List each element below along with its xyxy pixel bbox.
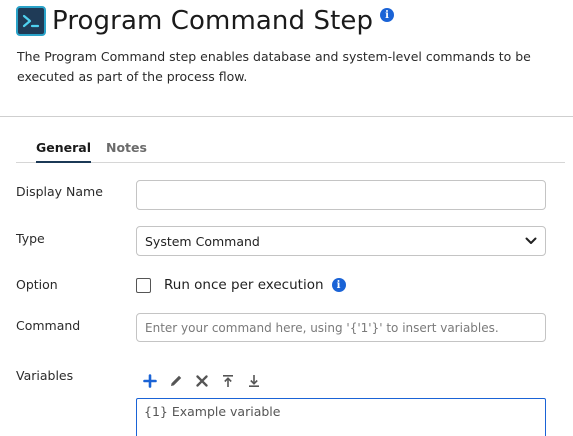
move-bottom-icon[interactable] bbox=[244, 371, 264, 391]
variables-list[interactable]: {1} Example variable bbox=[136, 398, 546, 436]
page-description: The Program Command step enables databas… bbox=[17, 49, 531, 84]
list-item[interactable]: {1} Example variable bbox=[144, 404, 280, 419]
page-title: Program Command Step bbox=[52, 6, 374, 36]
type-select[interactable]: System Command bbox=[136, 226, 546, 256]
type-label: Type bbox=[16, 231, 45, 246]
command-field-wrapper bbox=[136, 313, 546, 342]
run-once-label[interactable]: Run once per execution bbox=[164, 277, 324, 293]
tab-bar: General Notes bbox=[16, 140, 565, 163]
run-once-checkbox[interactable] bbox=[136, 277, 151, 293]
command-input[interactable] bbox=[137, 314, 545, 341]
header-divider bbox=[0, 116, 573, 117]
display-name-input[interactable] bbox=[137, 181, 545, 209]
edit-icon[interactable] bbox=[166, 371, 186, 391]
move-top-icon[interactable] bbox=[218, 371, 238, 391]
variables-label: Variables bbox=[16, 368, 74, 383]
variables-toolbar bbox=[140, 371, 270, 391]
tab-notes[interactable]: Notes bbox=[106, 140, 147, 160]
tab-general[interactable]: General bbox=[36, 140, 91, 163]
command-label: Command bbox=[16, 318, 81, 333]
display-name-field-wrapper bbox=[136, 180, 546, 210]
info-icon[interactable]: i bbox=[380, 8, 395, 22]
terminal-icon bbox=[16, 6, 46, 36]
chevron-down-icon bbox=[525, 237, 537, 244]
type-select-value: System Command bbox=[145, 233, 260, 249]
info-icon[interactable]: i bbox=[331, 278, 346, 292]
title-row: Program Command Step i bbox=[16, 6, 395, 36]
display-name-label: Display Name bbox=[16, 184, 103, 199]
run-once-option: Run once per execution i bbox=[136, 277, 346, 293]
option-label: Option bbox=[16, 277, 58, 292]
add-icon[interactable] bbox=[140, 371, 160, 391]
delete-icon[interactable] bbox=[192, 371, 212, 391]
